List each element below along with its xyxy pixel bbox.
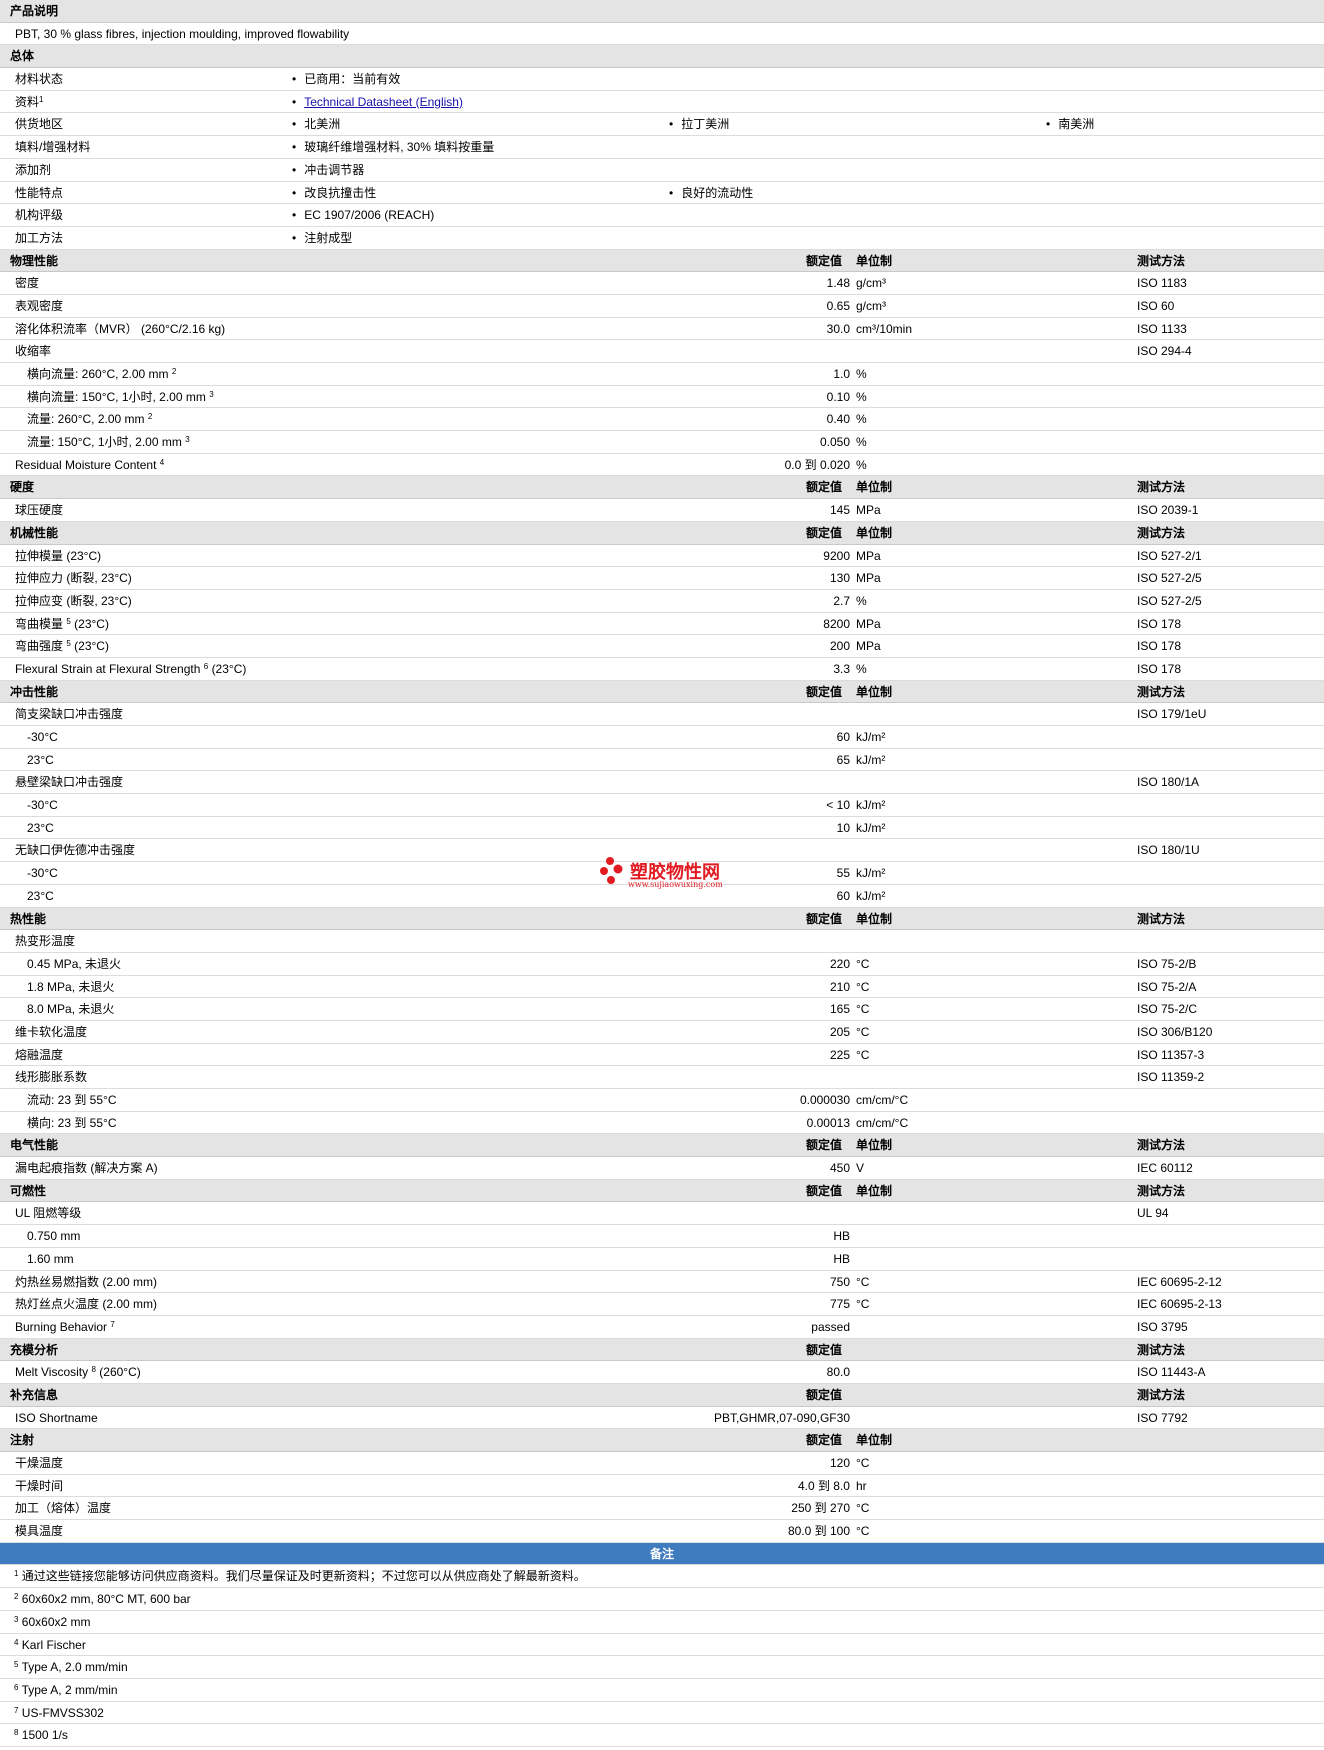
table-row: 横向流量: 150°C, 1小时, 2.00 mm 3 0.10% [0, 386, 1324, 409]
note-item: 4 Karl Fischer [0, 1634, 1324, 1657]
section-title: 产品说明 [10, 4, 59, 18]
row-features: 性能特点改良抗撞击性良好的流动性 [0, 182, 1324, 205]
note-item: 3 60x60x2 mm [0, 1611, 1324, 1634]
table-row: 拉伸应力 (断裂, 23°C) 130 MPa ISO 527-2/5 [0, 567, 1324, 590]
section-electrical: 电气性能 额定值 单位制 测试方法 [0, 1134, 1324, 1158]
product-desc-row: PBT, 30 % glass fibres, injection mouldi… [0, 23, 1324, 46]
table-row: Melt Viscosity 8 (260°C) 80.0 ISO 11443-A [0, 1361, 1324, 1384]
table-row: 横向: 23 到 55°C 0.00013 cm/cm/°C [0, 1112, 1324, 1135]
row-docs: 资料1Technical Datasheet (English) [0, 91, 1324, 114]
watermark-url: www.sujiaowuxing.com [628, 880, 723, 889]
section-product: 产品说明 [0, 0, 1324, 23]
table-row: Flexural Strain at Flexural Strength 6 (… [0, 658, 1324, 681]
table-row: 球压硬度 145 MPa ISO 2039-1 [0, 499, 1324, 522]
table-row: 0.750 mm HB [0, 1225, 1324, 1248]
notes-header: 备注 [0, 1542, 1324, 1566]
row-filler: 填料/增强材料玻璃纤维增强材料, 30% 填料按重量 [0, 136, 1324, 159]
table-row: 23°C 65 kJ/m² [0, 749, 1324, 772]
table-row: 干燥时间 4.0 到 8.0 hr [0, 1475, 1324, 1498]
table-row: Residual Moisture Content 4 0.0 到 0.020% [0, 454, 1324, 477]
note-item: 5 Type A, 2.0 mm/min [0, 1656, 1324, 1679]
note-item: 2 60x60x2 mm, 80°C MT, 600 bar [0, 1588, 1324, 1611]
table-row: 1.8 MPa, 未退火 210 °C ISO 75-2/A [0, 976, 1324, 999]
row-material-status: 材料状态已商用：当前有效 [0, 68, 1324, 91]
section-flammability: 可燃性 额定值 单位制 测试方法 [0, 1179, 1324, 1203]
section-general: 总体 [0, 45, 1324, 69]
section-additional: 补充信息 额定值 测试方法 [0, 1383, 1324, 1407]
table-row: 弯曲模量 5 (23°C) 8200 MPa ISO 178 [0, 613, 1324, 636]
table-row: 灼热丝易燃指数 (2.00 mm) 750 °C IEC 60695-2-12 [0, 1271, 1324, 1294]
technical-datasheet-link[interactable]: Technical Datasheet (English) [304, 95, 463, 109]
table-row: 0.45 MPa, 未退火 220 °C ISO 75-2/B [0, 953, 1324, 976]
note-item: 7 US-FMVSS302 [0, 1702, 1324, 1725]
table-row: 模具温度 80.0 到 100 °C [0, 1520, 1324, 1543]
table-row: 收缩率 ISO 294-4 [0, 340, 1324, 363]
table-row: 流量: 150°C, 1小时, 2.00 mm 3 0.050% [0, 431, 1324, 454]
section-hardness: 硬度 额定值 单位制 测试方法 [0, 476, 1324, 500]
table-row: 热灯丝点火温度 (2.00 mm) 775 °C IEC 60695-2-13 [0, 1293, 1324, 1316]
table-row: 流量: 260°C, 2.00 mm 2 0.40% [0, 408, 1324, 432]
table-row: 横向流量: 260°C, 2.00 mm 2 1.0% [0, 363, 1324, 386]
watermark-logo: 塑胶物性网 www.sujiaowuxing.com [598, 856, 728, 892]
row-regions: 供货地区北美洲拉丁美洲南美洲 [0, 113, 1324, 137]
table-row: 23°C 10 kJ/m² [0, 817, 1324, 840]
table-row: 热变形温度 [0, 930, 1324, 953]
table-row: 流动: 23 到 55°C 0.000030 cm/cm/°C [0, 1089, 1324, 1112]
table-row: 溶化体积流率（MVR） (260°C/2.16 kg) 30.0 cm³/10min… [0, 318, 1324, 341]
row-agency: 机构评级EC 1907/2006 (REACH) [0, 204, 1324, 227]
table-row: 悬壁梁缺口冲击强度 ISO 180/1A [0, 771, 1324, 795]
table-row: 密度 1.48 g/cm³ ISO 1183 [0, 272, 1324, 295]
note-item: 8 1500 1/s [0, 1724, 1324, 1747]
table-row: -30°C 60 kJ/m² [0, 726, 1324, 749]
row-process: 加工方法注射成型 [0, 227, 1324, 250]
section-injection: 注射 额定值 单位制 [0, 1429, 1324, 1452]
table-row: 加工（熔体）温度 250 到 270 °C [0, 1497, 1324, 1521]
table-row: 1.60 mm HB [0, 1248, 1324, 1271]
section-filling: 充模分析 额定值 测试方法 [0, 1338, 1324, 1362]
table-row: 线形膨胀系数 ISO 11359-2 [0, 1066, 1324, 1089]
table-row: 8.0 MPa, 未退火 165 °C ISO 75-2/C [0, 998, 1324, 1021]
note-item: 1 通过这些链接您能够访问供应商资料。我们尽量保证及时更新资料；不过您可以从供应… [0, 1565, 1324, 1589]
table-row: 漏电起痕指数 (解决方案 A) 450 V IEC 60112 [0, 1157, 1324, 1180]
table-row: 拉伸应变 (断裂, 23°C) 2.7% ISO 527-2/5 [0, 590, 1324, 613]
table-row: Burning Behavior 7 passed ISO 3795 [0, 1316, 1324, 1339]
table-row: 表观密度 0.65 g/cm³ ISO 60 [0, 295, 1324, 318]
dots-logo-icon [600, 857, 623, 884]
section-mechanical: 机械性能 额定值 单位制 测试方法 [0, 521, 1324, 545]
note-item: 6 Type A, 2 mm/min [0, 1679, 1324, 1702]
table-row: -30°C < 10 kJ/m² [0, 794, 1324, 817]
table-row: 弯曲强度 5 (23°C) 200 MPa ISO 178 [0, 635, 1324, 658]
section-thermal: 热性能 额定值 单位制 测试方法 [0, 907, 1324, 931]
table-row: 干燥温度 120 °C [0, 1452, 1324, 1475]
section-physical: 物理性能 额定值 单位制 测试方法 [0, 249, 1324, 273]
section-impact: 冲击性能 额定值 单位制 测试方法 [0, 680, 1324, 704]
product-desc: PBT, 30 % glass fibres, injection mouldi… [15, 26, 350, 41]
table-row: 简支梁缺口冲击强度 ISO 179/1eU [0, 703, 1324, 726]
row-additive: 添加剂冲击调节器 [0, 159, 1324, 182]
table-row: 维卡软化温度 205 °C ISO 306/B120 [0, 1021, 1324, 1044]
table-row: 拉伸模量 (23°C) 9200 MPa ISO 527-2/1 [0, 545, 1324, 568]
table-row: ISO Shortname PBT,GHMR,07-090,GF30 ISO 779… [0, 1407, 1324, 1430]
table-row: UL 阻燃等级 UL 94 [0, 1202, 1324, 1226]
table-row: 熔融温度 225 °C ISO 11357-3 [0, 1044, 1324, 1067]
